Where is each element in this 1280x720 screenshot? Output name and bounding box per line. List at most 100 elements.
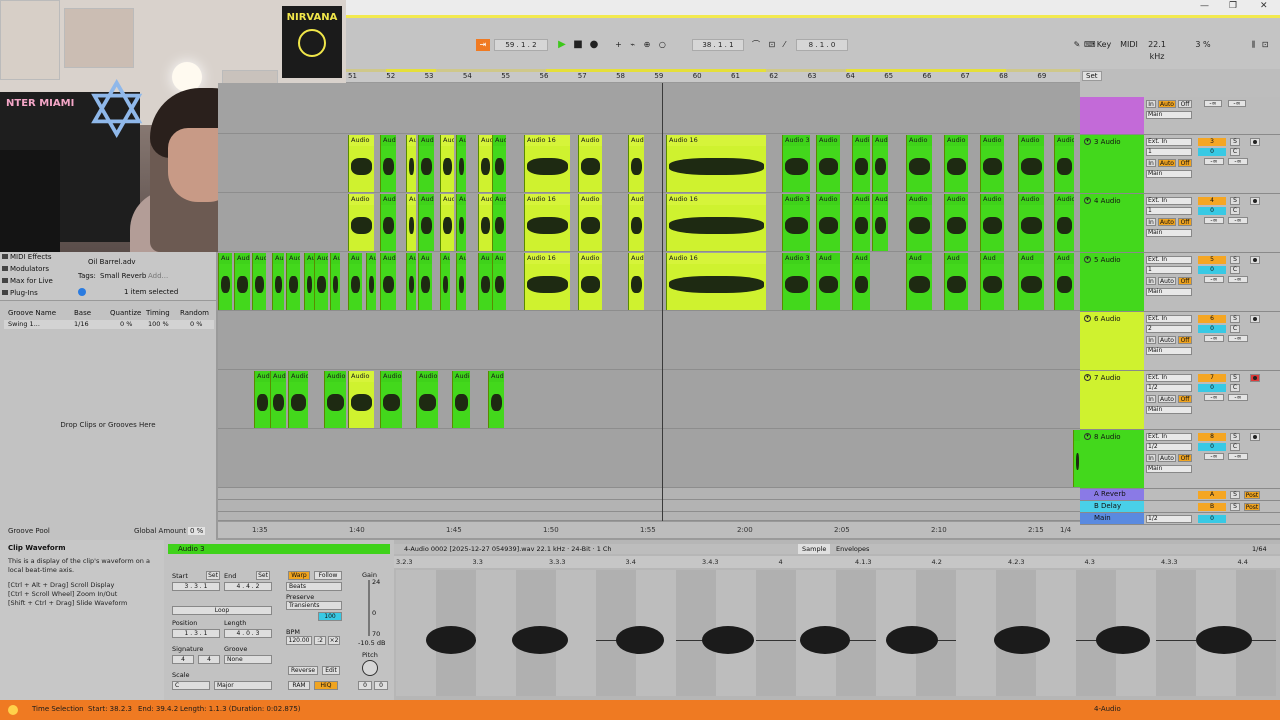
off-button[interactable]: Off <box>1178 454 1192 462</box>
output-select[interactable]: Main <box>1146 288 1192 296</box>
audio-clip[interactable] <box>1073 430 1080 487</box>
set-button[interactable]: Set <box>1082 71 1102 81</box>
input-type-select[interactable]: Ext. In <box>1146 197 1192 205</box>
send-b[interactable]: -∞ <box>1228 276 1248 283</box>
input-channel-select[interactable]: 2 <box>1146 325 1192 333</box>
bpm-field[interactable]: 120.00 <box>286 636 312 645</box>
input-type-select[interactable]: Ext. In <box>1146 433 1192 441</box>
record-icon[interactable]: ● <box>588 39 600 51</box>
audio-clip[interactable]: Audio <box>348 194 374 251</box>
audio-clip[interactable]: Aud <box>906 253 932 310</box>
audio-clip[interactable]: Audio <box>906 194 932 251</box>
audio-clip[interactable]: Aud <box>852 253 870 310</box>
signature-numerator[interactable]: 4 <box>172 655 194 664</box>
main-volume[interactable]: 0 <box>1198 515 1226 523</box>
fold-icon[interactable]: ▾ <box>1084 197 1091 204</box>
output-select[interactable]: Main <box>1146 465 1192 473</box>
audio-clip[interactable]: Au <box>406 253 416 310</box>
pan-button[interactable]: C <box>1230 325 1240 333</box>
return-name[interactable]: A Reverb <box>1080 489 1144 500</box>
sample-zoom[interactable]: 1/64 <box>1252 544 1267 554</box>
end-set-button[interactable]: Set <box>256 571 270 580</box>
input-type-select[interactable]: Ext. In <box>1146 374 1192 382</box>
audio-clip[interactable]: Audio <box>816 194 840 251</box>
loop-icons[interactable]: ⌒ ⊡ ⁄ <box>746 39 794 51</box>
browser-item-modulators[interactable]: Modulators <box>10 265 49 273</box>
audio-clip[interactable]: Audio <box>348 135 374 192</box>
scale-root-select[interactable]: C <box>172 681 210 690</box>
input-channel-select[interactable]: 1 <box>1146 207 1192 215</box>
pitch-field[interactable]: 0 <box>358 681 372 690</box>
in-button[interactable]: In <box>1146 454 1156 462</box>
send-a[interactable]: -∞ <box>1204 100 1222 107</box>
in-button[interactable]: In <box>1146 336 1156 344</box>
tag-add[interactable]: Add... <box>148 272 168 280</box>
fold-icon[interactable]: ▾ <box>1084 374 1091 381</box>
audio-clip[interactable]: Audio 3 <box>782 253 810 310</box>
audio-clip[interactable]: Audio. <box>416 371 438 428</box>
off-button[interactable]: Off <box>1178 277 1192 285</box>
main-lane[interactable] <box>218 512 1080 521</box>
in-button[interactable]: In <box>1146 218 1156 226</box>
browser-item-max-for-live[interactable]: Max for Live <box>10 277 53 285</box>
off-button[interactable]: Off <box>1178 218 1192 226</box>
track-activator[interactable]: 4 <box>1198 197 1226 205</box>
track-lane[interactable] <box>218 429 1080 488</box>
double-tempo-button[interactable]: ×2 <box>328 636 340 645</box>
output-select[interactable]: Main <box>1146 347 1192 355</box>
track-header[interactable]: 4 Audio ▾ Ext. In 1 In Auto Off Main 4 S 0 C -∞ -∞ <box>1080 194 1280 253</box>
return-lane-a[interactable] <box>218 488 1080 500</box>
input-type-select[interactable]: Ext. In <box>1146 256 1192 264</box>
output-select[interactable]: Main <box>1146 406 1192 414</box>
track-name-block[interactable] <box>1080 97 1144 134</box>
in-button[interactable]: In <box>1146 159 1156 167</box>
audio-clip[interactable]: Audio <box>348 371 374 428</box>
audio-clip[interactable]: Audio <box>1054 194 1074 251</box>
return-track-header[interactable]: Main 1/2 0 <box>1080 513 1280 525</box>
audio-clip[interactable]: Audio <box>1018 135 1044 192</box>
audio-clip[interactable]: Audio <box>578 194 602 251</box>
track-volume[interactable]: 0 <box>1198 443 1226 451</box>
audio-clip[interactable]: Audi <box>270 371 286 428</box>
pan-button[interactable]: C <box>1230 384 1240 392</box>
send-a[interactable]: -∞ <box>1204 394 1224 401</box>
audio-clip[interactable]: Aud <box>872 194 888 251</box>
draw-mode-icon[interactable]: ✎ <box>1072 39 1082 51</box>
output-select[interactable]: Main <box>1146 111 1192 119</box>
audio-clip[interactable]: Au <box>456 253 466 310</box>
sample-waveform[interactable] <box>396 570 1276 696</box>
send-a[interactable]: -∞ <box>1204 158 1224 165</box>
return-name[interactable]: B Delay <box>1080 501 1144 512</box>
solo-button[interactable]: S <box>1230 433 1240 441</box>
groove-row[interactable]: Swing 1... 1/16 0 % 100 % 0 % <box>4 320 214 329</box>
hiq-button[interactable]: HiQ <box>314 681 338 690</box>
audio-clip[interactable]: Audio 16 <box>666 253 766 310</box>
track-lane[interactable] <box>218 311 1080 370</box>
audio-clip[interactable]: Au <box>366 253 376 310</box>
minimize-button[interactable]: — <box>1200 1 1209 11</box>
input-channel-select[interactable]: 1 <box>1146 148 1192 156</box>
audio-clip[interactable]: Audio 3 <box>782 135 810 192</box>
audio-clip[interactable]: Aud <box>1054 253 1074 310</box>
solo-button[interactable]: S <box>1230 491 1240 499</box>
send-b[interactable]: -∞ <box>1228 394 1248 401</box>
audio-clip[interactable]: Au <box>478 253 492 310</box>
post-button[interactable]: Post <box>1244 491 1260 499</box>
audio-clip[interactable]: Audio <box>452 371 470 428</box>
audio-clip[interactable]: Audio 16 <box>666 194 766 251</box>
arm-button[interactable] <box>1250 197 1260 205</box>
audio-clip[interactable]: Audi <box>492 194 506 251</box>
pan-button[interactable]: C <box>1230 266 1240 274</box>
solo-button[interactable]: S <box>1230 315 1240 323</box>
audio-clip[interactable]: Audi <box>440 194 454 251</box>
track-activator[interactable]: 7 <box>1198 374 1226 382</box>
audio-clip[interactable]: Audio <box>380 371 402 428</box>
send-b[interactable]: -∞ <box>1228 217 1248 224</box>
follow-icon[interactable]: ⇥ <box>476 39 490 51</box>
send-a[interactable]: -∞ <box>1204 276 1224 283</box>
audio-clip[interactable]: Audio <box>944 135 968 192</box>
track-header[interactable]: 8 Audio ▾ Ext. In 1/2 In Auto Off Main 8 S 0 C -∞ -∞ <box>1080 430 1280 489</box>
track-volume[interactable]: 0 <box>1198 266 1226 274</box>
audio-clip[interactable]: Au <box>348 253 362 310</box>
arm-button[interactable] <box>1250 315 1260 323</box>
